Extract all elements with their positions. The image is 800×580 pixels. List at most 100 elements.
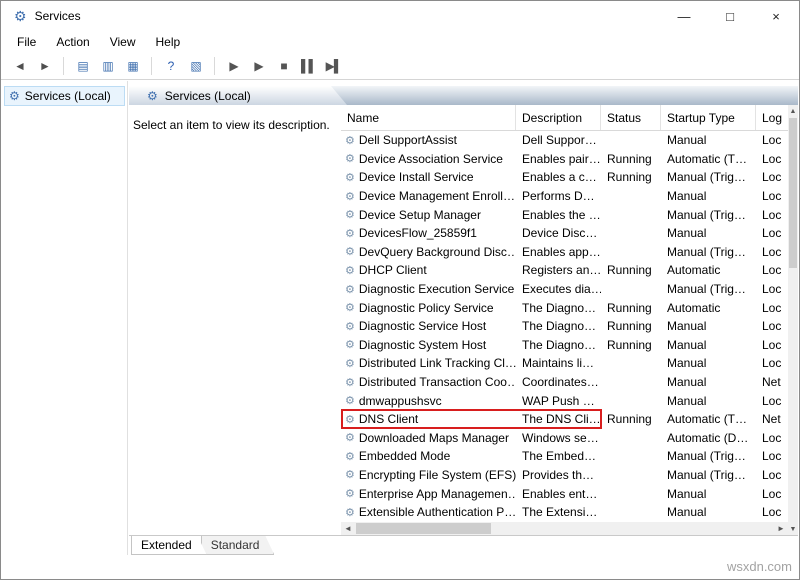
pause-service-button[interactable]: ▌▌ [297, 55, 320, 77]
service-name-cell: ⚙Diagnostic System Host [341, 338, 516, 352]
service-startup-type-cell: Manual [661, 505, 756, 519]
service-row[interactable]: ⚙DNS ClientThe DNS Cli…RunningAutomatic … [341, 410, 788, 429]
menu-bar: FileActionViewHelp [1, 31, 799, 53]
service-row[interactable]: ⚙Diagnostic Policy ServiceThe Diagno…Run… [341, 298, 788, 317]
service-row[interactable]: ⚙DevicesFlow_25859f1Device Disc…ManualLo… [341, 224, 788, 243]
service-row[interactable]: ⚙Device Management Enroll…Performs D…Man… [341, 187, 788, 206]
service-gear-icon: ⚙ [345, 413, 355, 426]
forward-button[interactable]: ► [33, 55, 56, 77]
service-name: Device Install Service [359, 170, 474, 184]
scroll-up-arrow-icon[interactable]: ▲ [788, 105, 798, 117]
service-row[interactable]: ⚙Diagnostic Service HostThe Diagno…Runni… [341, 317, 788, 336]
service-gear-icon: ⚙ [345, 506, 355, 519]
maximize-button[interactable]: □ [707, 1, 753, 31]
toolbar-separator [214, 57, 215, 75]
service-row[interactable]: ⚙Downloaded Maps ManagerWindows se…Autom… [341, 429, 788, 448]
service-startup-type-cell: Manual (Trig… [661, 449, 756, 463]
service-row[interactable]: ⚙Diagnostic System HostThe Diagno…Runnin… [341, 336, 788, 355]
service-row[interactable]: ⚙Device Setup ManagerEnables the …Manual… [341, 205, 788, 224]
service-name-cell: ⚙Diagnostic Policy Service [341, 301, 516, 315]
scroll-left-arrow-icon[interactable]: ◄ [341, 522, 355, 535]
service-row[interactable]: ⚙Extensible Authentication P…The Extensi… [341, 503, 788, 522]
service-name: Diagnostic Policy Service [359, 301, 494, 315]
export-list-button[interactable]: ▥ [96, 55, 119, 77]
service-name-cell: ⚙Extensible Authentication P… [341, 505, 516, 519]
scroll-right-arrow-icon[interactable]: ► [774, 522, 788, 535]
service-row[interactable]: ⚙Dell SupportAssistDell Suppor…ManualLoc [341, 131, 788, 150]
close-button[interactable]: × [753, 1, 799, 31]
service-gear-icon: ⚙ [345, 171, 355, 184]
service-description-cell: The Diagno… [516, 338, 601, 352]
tree-item-services-local[interactable]: ⚙ Services (Local) [4, 86, 125, 106]
service-row[interactable]: ⚙DHCP ClientRegisters an…RunningAutomati… [341, 261, 788, 280]
tab-standard[interactable]: Standard [201, 536, 275, 555]
service-startup-type-cell: Automatic (T… [661, 412, 756, 426]
refresh-button[interactable]: ▦ [121, 55, 144, 77]
column-header-status[interactable]: Status [601, 105, 661, 130]
service-name: Diagnostic Execution Service [359, 282, 514, 296]
service-description-cell: Enables ent… [516, 487, 601, 501]
service-gear-icon: ⚙ [345, 190, 355, 203]
column-header-name[interactable]: Name [341, 105, 516, 130]
service-row[interactable]: ⚙Enterprise App Managemen…Enables ent…Ma… [341, 484, 788, 503]
tree-item-label: Services (Local) [25, 89, 111, 103]
stop-service-button[interactable]: ■ [272, 55, 295, 77]
menu-action[interactable]: Action [46, 32, 99, 52]
service-startup-type-cell: Manual [661, 375, 756, 389]
toolbar-separator [63, 57, 64, 75]
horizontal-scrollbar[interactable]: ◄ ► [341, 522, 788, 535]
column-header-log[interactable]: Log [756, 105, 788, 130]
tab-extended[interactable]: Extended [131, 536, 207, 555]
service-gear-icon: ⚙ [345, 208, 355, 221]
service-row[interactable]: ⚙Device Install ServiceEnables a c…Runni… [341, 168, 788, 187]
horizontal-scroll-thumb[interactable] [356, 523, 491, 534]
view-tabs: ExtendedStandard [129, 535, 798, 555]
service-name: Distributed Link Tracking Cl… [359, 356, 516, 370]
vertical-scrollbar[interactable]: ▲ ▼ [788, 105, 798, 535]
service-description-cell: Enables app… [516, 245, 601, 259]
minimize-button[interactable]: — [661, 1, 707, 31]
scroll-down-arrow-icon[interactable]: ▼ [788, 523, 798, 535]
service-logon-cell: Loc [756, 245, 788, 259]
show-console-tree-button[interactable]: ▤ [71, 55, 94, 77]
service-name-cell: ⚙Embedded Mode [341, 449, 516, 463]
pane-header: ⚙ Services (Local) [129, 86, 798, 105]
service-row[interactable]: ⚙DevQuery Background Disc…Enables app…Ma… [341, 243, 788, 262]
service-description-cell: Registers an… [516, 263, 601, 277]
service-status-cell: Running [601, 412, 661, 426]
restart-service-button[interactable]: ▶▌ [322, 55, 345, 77]
service-logon-cell: Loc [756, 449, 788, 463]
service-row[interactable]: ⚙Diagnostic Execution ServiceExecutes di… [341, 280, 788, 299]
service-startup-type-cell: Manual [661, 189, 756, 203]
menu-help[interactable]: Help [146, 32, 191, 52]
service-name-cell: ⚙ Device Install Service [341, 170, 516, 184]
help-button[interactable]: ? [159, 55, 182, 77]
service-status-cell: Running [601, 263, 661, 277]
service-logon-cell: Loc [756, 431, 788, 445]
service-description-cell: Windows se… [516, 431, 601, 445]
service-row[interactable]: ⚙Distributed Link Tracking Cl…Maintains … [341, 354, 788, 373]
service-row[interactable]: ⚙Encrypting File System (EFS)Provides th… [341, 466, 788, 485]
service-status-cell: Running [601, 301, 661, 315]
service-row[interactable]: ⚙Device Association ServiceEnables pair…… [341, 150, 788, 169]
menu-file[interactable]: File [7, 32, 46, 52]
vertical-scroll-thumb[interactable] [789, 118, 797, 268]
properties-button[interactable]: ▧ [184, 55, 207, 77]
column-header-description[interactable]: Description [516, 105, 601, 130]
services-app-icon: ⚙ [14, 9, 27, 23]
service-row[interactable]: ⚙Distributed Transaction Coo…Coordinates… [341, 373, 788, 392]
service-name-cell: ⚙Device Association Service [341, 152, 516, 166]
service-startup-type-cell: Manual [661, 487, 756, 501]
back-button[interactable]: ◄ [8, 55, 31, 77]
menu-view[interactable]: View [100, 32, 146, 52]
resume-service-button[interactable]: ▶ [247, 55, 270, 77]
service-gear-icon: ⚙ [345, 394, 355, 407]
service-name: Embedded Mode [359, 449, 450, 463]
service-startup-type-cell: Manual [661, 133, 756, 147]
toolbar-separator [151, 57, 152, 75]
service-row[interactable]: ⚙Embedded ModeThe Embed…Manual (Trig…Loc [341, 447, 788, 466]
service-logon-cell: Loc [756, 263, 788, 277]
column-header-startup-type[interactable]: Startup Type [661, 105, 756, 130]
service-row[interactable]: ⚙dmwappushsvcWAP Push …ManualLoc [341, 391, 788, 410]
start-service-button[interactable]: ▶ [222, 55, 245, 77]
